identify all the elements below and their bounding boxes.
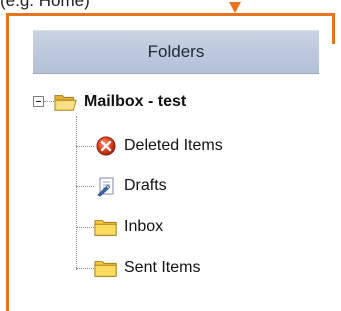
- tree-connector: [76, 268, 94, 269]
- tree-connector: [76, 186, 94, 187]
- collapse-toggle[interactable]: [33, 96, 44, 107]
- tree-connector: [76, 227, 94, 228]
- tree-node-drafts[interactable]: Drafts: [94, 173, 167, 199]
- tree-node-label: Mailbox - test: [84, 93, 187, 110]
- tree-node-label: Inbox: [124, 218, 164, 235]
- tree-connector: [76, 116, 77, 270]
- folder-icon: [94, 216, 118, 238]
- open-folder-icon: [54, 91, 78, 113]
- tree-connector: [44, 101, 54, 102]
- deleted-items-icon: [94, 135, 118, 157]
- tree-node-deleted-items[interactable]: Deleted Items: [94, 133, 223, 159]
- tree-node-label: Sent Items: [124, 259, 201, 276]
- tree-connector: [76, 146, 94, 147]
- drafts-icon: [94, 175, 118, 197]
- tree-node-label: Drafts: [124, 177, 167, 194]
- folder-tree: Mailbox - test Deleted Items Drafts Inbo…: [0, 0, 341, 311]
- tree-node-inbox[interactable]: Inbox: [94, 214, 163, 240]
- tree-node-mailbox[interactable]: Mailbox - test: [54, 89, 186, 115]
- tree-node-sent-items[interactable]: Sent Items: [94, 255, 200, 281]
- folder-icon: [94, 257, 118, 279]
- tree-node-label: Deleted Items: [124, 137, 223, 154]
